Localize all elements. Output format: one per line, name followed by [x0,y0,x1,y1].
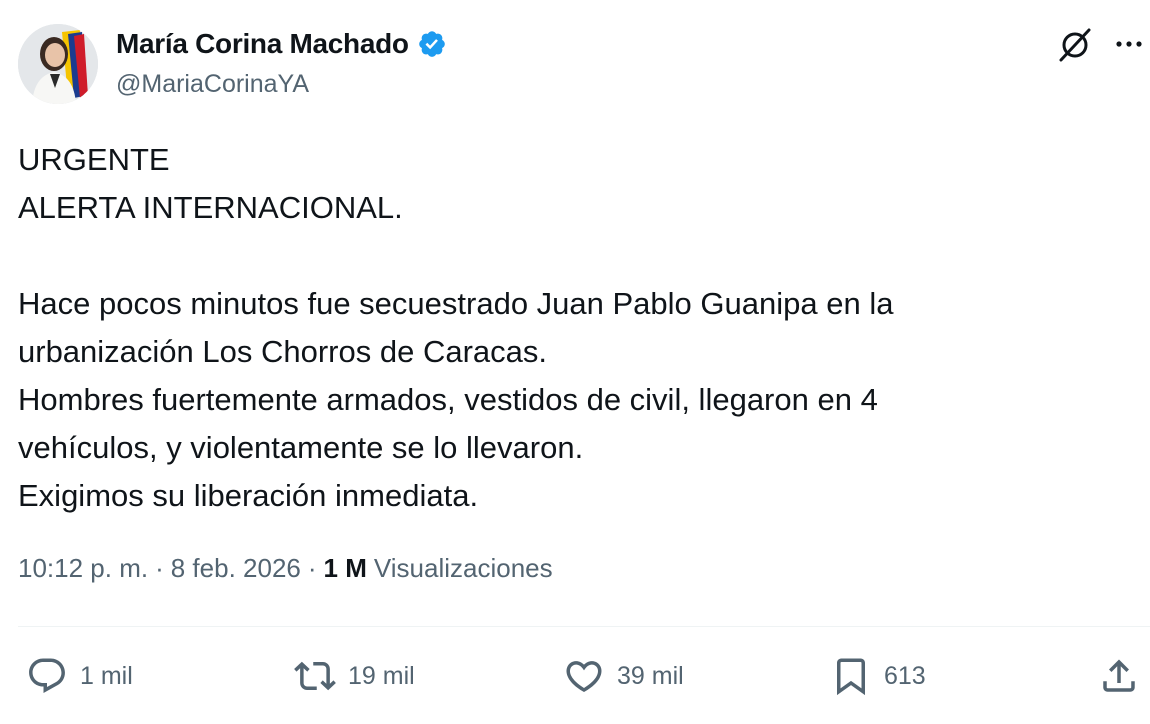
repost-button[interactable]: 19 mil [294,652,415,700]
views-count: 1 M [323,553,367,583]
bookmark-count: 613 [884,661,926,690]
share-button[interactable] [1098,652,1140,700]
bookmark-button[interactable]: 613 [830,652,926,700]
tweet-text: URGENTE ALERTA INTERNACIONAL. Hace pocos… [18,142,894,513]
tweet-time[interactable]: 10:12 p. m. [18,553,148,584]
display-name[interactable]: María Corina Machado [116,28,409,60]
handle[interactable]: @MariaCorinaYA [116,70,309,99]
grok-icon[interactable] [1056,24,1096,64]
reply-icon [29,658,65,693]
like-count: 39 mil [617,661,684,690]
more-icon[interactable] [1113,32,1145,56]
tweet-meta: 10:12 p. m. · 8 feb. 2026 · 1 M Visualiz… [18,553,553,584]
reply-count: 1 mil [80,661,133,690]
repost-icon [294,661,336,691]
share-icon [1103,659,1135,692]
like-button[interactable]: 39 mil [563,652,684,700]
meta-separator: · [155,553,164,583]
meta-separator: · [307,553,317,583]
avatar[interactable] [18,24,98,104]
reply-button[interactable]: 1 mil [26,652,133,700]
divider [18,626,1150,627]
bookmark-icon [837,658,865,696]
tweet-date[interactable]: 8 feb. 2026 [171,553,301,584]
views-label: Visualizaciones [373,553,553,583]
like-icon [566,661,602,693]
repost-count: 19 mil [348,661,415,690]
verified-badge-icon [417,29,447,59]
